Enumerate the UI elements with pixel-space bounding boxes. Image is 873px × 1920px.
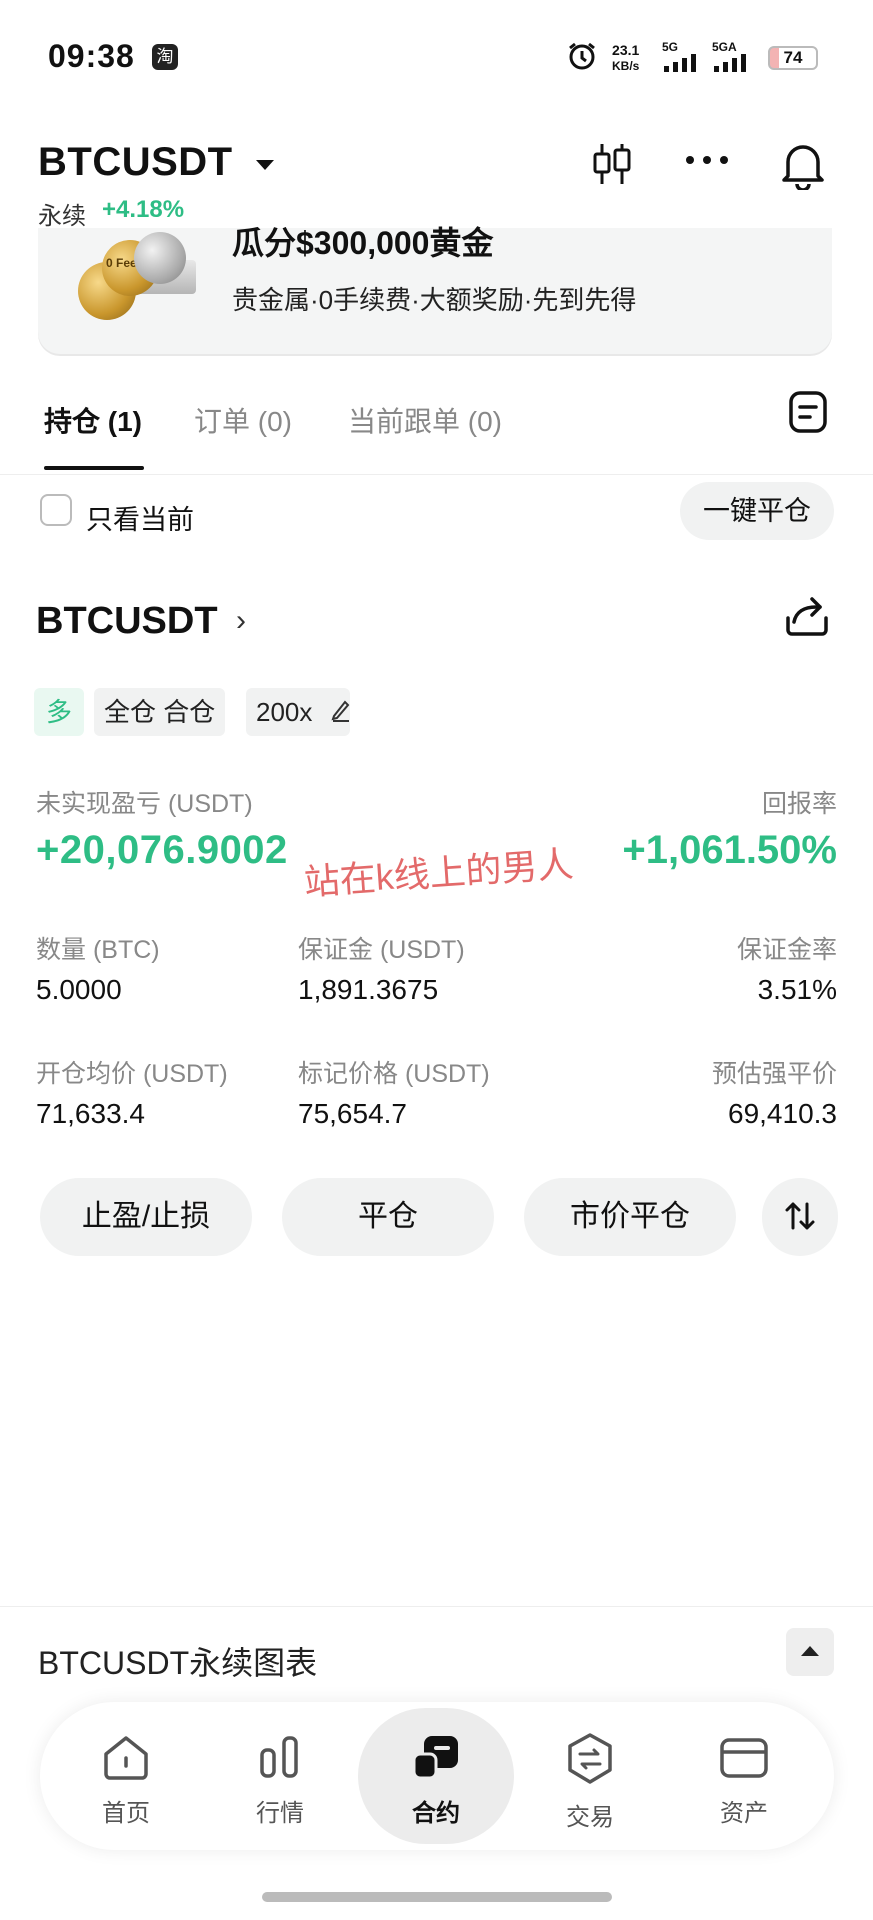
- roi-label: 回报率: [761, 790, 837, 818]
- mark-price-value: 75,654.7: [298, 1098, 407, 1129]
- unrealized-pnl-value: +20,076.9002: [36, 828, 288, 872]
- alarm-icon: [569, 42, 595, 70]
- market-close-button[interactable]: 市价平仓: [524, 1178, 736, 1256]
- reverse-position-button[interactable]: [762, 1178, 838, 1256]
- share-icon[interactable]: [784, 594, 830, 638]
- nav-futures[interactable]: 合约: [376, 1732, 496, 1828]
- nav-assets[interactable]: 资产: [684, 1732, 804, 1828]
- trade-icon: [568, 1733, 612, 1784]
- tab-copy-trading[interactable]: 当前跟单 (0): [348, 400, 502, 440]
- edit-pencil-icon[interactable]: [330, 698, 352, 722]
- close-position-button[interactable]: 平仓: [282, 1178, 494, 1256]
- unrealized-pnl-label: 未实现盈亏 (USDT): [36, 790, 253, 818]
- signal-5ga: 5GA: [712, 40, 756, 77]
- margin-ratio-value: 3.51%: [757, 974, 837, 1005]
- quantity-value: 5.0000: [36, 974, 122, 1005]
- tp-sl-button[interactable]: 止盈/止损: [40, 1178, 252, 1256]
- mark-price-label: 标记价格 (USDT): [298, 1060, 490, 1088]
- liquidation-price-label: 预估强平价: [711, 1060, 837, 1088]
- leverage-value: 200x: [256, 697, 313, 727]
- chart-divider: [0, 1606, 873, 1607]
- gold-coins-image: 0 Fees: [78, 232, 198, 320]
- taobao-notification-icon: 淘: [152, 44, 178, 70]
- bell-icon[interactable]: [780, 140, 826, 190]
- futures-icon: [412, 1736, 458, 1780]
- quantity-label: 数量 (BTC): [36, 936, 160, 964]
- tabs-divider: [0, 474, 873, 475]
- side-tag-long: 多: [34, 688, 84, 736]
- liquidation-price-value: 69,410.3: [728, 1098, 837, 1129]
- tab-positions[interactable]: 持仓 (1): [44, 400, 142, 440]
- battery-indicator: 74: [768, 46, 818, 70]
- margin-label: 保证金 (USDT): [298, 936, 465, 964]
- wallet-icon: [720, 1738, 768, 1778]
- signal-bars-icon: [664, 54, 696, 72]
- margin-ratio-label: 保证金率: [736, 936, 837, 964]
- caret-down-icon[interactable]: [256, 160, 274, 170]
- margin-value: 1,891.3675: [298, 974, 439, 1005]
- chart-title[interactable]: BTCUSDT永续图表: [38, 1638, 317, 1684]
- close-all-button[interactable]: 一键平仓: [680, 482, 834, 540]
- candlestick-chart-icon[interactable]: [590, 140, 634, 188]
- nav-home[interactable]: 首页: [66, 1732, 186, 1828]
- signal-5g: 5G: [662, 40, 700, 77]
- market-icon: [260, 1736, 298, 1778]
- only-current-label[interactable]: 只看当前: [86, 498, 194, 537]
- home-icon: [104, 1736, 148, 1780]
- position-symbol[interactable]: BTCUSDT: [36, 600, 218, 643]
- status-time: 09:38: [48, 38, 135, 74]
- chevron-right-icon[interactable]: ›: [236, 604, 246, 638]
- contract-type: 永续: [38, 203, 86, 230]
- nav-trade[interactable]: 交易: [530, 1732, 650, 1832]
- watermark-text: 站在k线上的男人: [302, 843, 575, 903]
- home-indicator[interactable]: [262, 1892, 612, 1902]
- more-icon[interactable]: [684, 152, 730, 168]
- roi-value: +1,061.50%: [622, 828, 837, 872]
- price-change: +4.18%: [102, 196, 185, 223]
- only-current-checkbox[interactable]: [40, 494, 72, 526]
- margin-mode-tag: 全仓 合仓: [94, 688, 226, 736]
- order-history-icon[interactable]: [788, 390, 828, 434]
- nav-market[interactable]: 行情: [220, 1732, 340, 1828]
- banner-subtitle: 贵金属·0手续费·大额奖励·先到先得: [232, 285, 637, 315]
- banner-title: 瓜分$300,000黄金: [232, 225, 494, 261]
- signal-bars-icon: [714, 54, 746, 72]
- pair-selector[interactable]: BTCUSDT: [38, 140, 233, 185]
- swap-arrows-icon: [785, 1202, 815, 1230]
- tab-orders[interactable]: 订单 (0): [194, 400, 292, 440]
- expand-chart-button[interactable]: [786, 1628, 834, 1676]
- network-speed: 23.1 KB/s: [612, 42, 640, 73]
- entry-price-value: 71,633.4: [36, 1098, 145, 1129]
- entry-price-label: 开仓均价 (USDT): [36, 1060, 228, 1088]
- active-tab-indicator: [44, 466, 144, 470]
